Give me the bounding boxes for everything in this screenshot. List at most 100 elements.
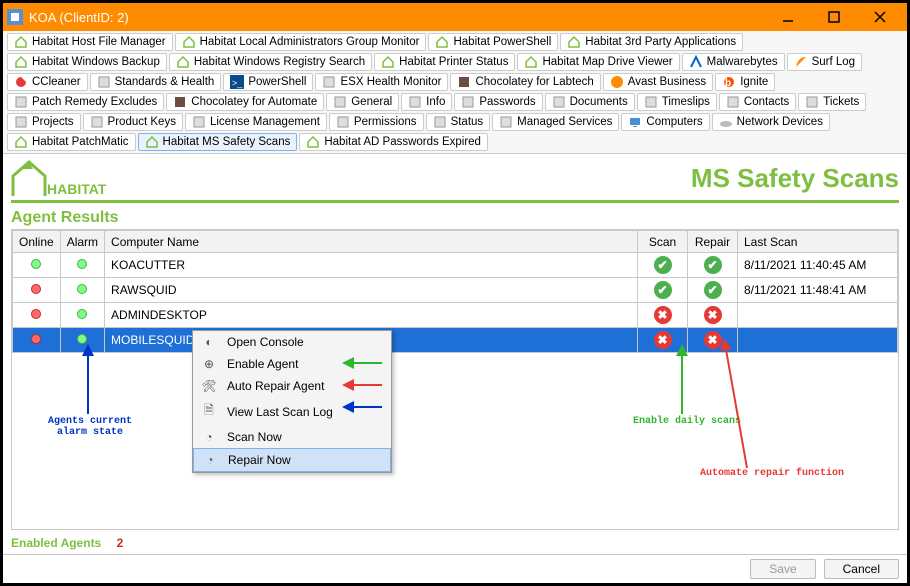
- context-menu-item[interactable]: ◔ Repair Now: [193, 448, 391, 472]
- habitat-powershell-icon: [435, 35, 449, 49]
- standards-health-icon: [97, 75, 111, 89]
- chocolatey-for-labtech-icon: [457, 75, 471, 89]
- toolbar-tab[interactable]: ESX Health Monitor: [315, 73, 448, 91]
- toolbar-tab[interactable]: Contacts: [719, 93, 796, 111]
- computer-name-cell: ADMINDESKTOP: [105, 303, 638, 328]
- toolbar-tab[interactable]: Status: [426, 113, 491, 131]
- toolbar-tab[interactable]: Habitat AD Passwords Expired: [299, 133, 488, 151]
- context-menu-label: Open Console: [227, 335, 304, 349]
- table-row[interactable]: MOBILESQUID✖✖: [13, 328, 898, 353]
- toolbar-tab[interactable]: Passwords: [454, 93, 542, 111]
- toolbar-tab[interactable]: Info: [401, 93, 452, 111]
- toolbar-tab-label: General: [351, 96, 392, 108]
- page-title: MS Safety Scans: [691, 163, 899, 194]
- managed-services-icon: [499, 115, 513, 129]
- toolbar-tab-label: Habitat MS Safety Scans: [163, 136, 291, 148]
- status-icon: [433, 115, 447, 129]
- toolbar-tab-label: Malwarebytes: [707, 56, 778, 68]
- plus-icon: ⊕: [201, 357, 217, 371]
- toolbar-tab-label: Product Keys: [108, 116, 176, 128]
- toolbar-tab[interactable]: bIgnite: [715, 73, 775, 91]
- context-menu-label: Enable Agent: [227, 357, 298, 371]
- col-last[interactable]: Last Scan: [738, 231, 898, 253]
- toolbar-tab[interactable]: General: [326, 93, 399, 111]
- context-menu-label: Repair Now: [228, 453, 291, 467]
- toolbar-tab-label: Info: [426, 96, 445, 108]
- toolbar-tab-label: Permissions: [354, 116, 417, 128]
- context-menu-item[interactable]: ◔Scan Now: [193, 426, 391, 448]
- table-row[interactable]: KOACUTTER✔✔8/11/2021 11:40:45 AM: [13, 253, 898, 278]
- col-scan[interactable]: Scan: [638, 231, 688, 253]
- alarm-dot-icon: [77, 334, 87, 344]
- toolbar-tab[interactable]: Chocolatey for Automate: [166, 93, 324, 111]
- contacts-icon: [726, 95, 740, 109]
- table-row[interactable]: ADMINDESKTOP✖✖: [13, 303, 898, 328]
- toolbar-tab-label: Chocolatey for Automate: [191, 96, 317, 108]
- toolbar-tab[interactable]: Patch Remedy Excludes: [7, 93, 164, 111]
- close-button[interactable]: [857, 3, 903, 31]
- alarm-dot-icon: [77, 309, 87, 319]
- network-devices-icon: [719, 115, 733, 129]
- toolbar-tab[interactable]: Habitat Printer Status: [374, 53, 515, 71]
- toolbar-tab[interactable]: Surf Log: [787, 53, 862, 71]
- habitat-printer-status-icon: [381, 55, 395, 69]
- results-table-wrap: Online Alarm Computer Name Scan Repair L…: [11, 229, 899, 530]
- toolbar-tab[interactable]: Network Devices: [712, 113, 830, 131]
- save-button[interactable]: Save: [750, 559, 815, 579]
- toolbar-tab-label: Projects: [32, 116, 74, 128]
- toolbar-tab[interactable]: Managed Services: [492, 113, 619, 131]
- col-repair[interactable]: Repair: [688, 231, 738, 253]
- toolbar-tab[interactable]: Computers: [621, 113, 709, 131]
- computer-name-cell: KOACUTTER: [105, 253, 638, 278]
- col-online[interactable]: Online: [13, 231, 61, 253]
- last-scan-cell: [738, 328, 898, 353]
- toolbar-tab[interactable]: Habitat Windows Backup: [7, 53, 167, 71]
- clock-icon: ◔: [202, 453, 218, 467]
- toolbar-tab[interactable]: Habitat Local Administrators Group Monit…: [175, 33, 427, 51]
- toolbar-tab[interactable]: Avast Business: [603, 73, 713, 91]
- toolbar-tab[interactable]: Timeslips: [637, 93, 717, 111]
- toolbar-tab[interactable]: Standards & Health: [90, 73, 222, 91]
- section-title: Agent Results: [11, 209, 899, 227]
- toolbar-tab-label: PowerShell: [248, 76, 306, 88]
- toolbar-tab[interactable]: Projects: [7, 113, 81, 131]
- col-computer[interactable]: Computer Name: [105, 231, 638, 253]
- toolbar-tab-label: Chocolatey for Labtech: [475, 76, 593, 88]
- toolbar-tab[interactable]: Habitat MS Safety Scans: [138, 133, 298, 151]
- toolbar-tab-label: Habitat Windows Backup: [32, 56, 160, 68]
- context-menu-item[interactable]: ◐Open Console: [193, 331, 391, 353]
- maximize-button[interactable]: [811, 3, 857, 31]
- tickets-icon: [805, 95, 819, 109]
- minimize-button[interactable]: [765, 3, 811, 31]
- toolbar-tab-label: Habitat Windows Registry Search: [194, 56, 365, 68]
- cancel-button[interactable]: Cancel: [824, 559, 899, 579]
- toolbar-tab[interactable]: Malwarebytes: [682, 53, 785, 71]
- toolbar-tab[interactable]: Habitat Windows Registry Search: [169, 53, 372, 71]
- footer-bar: Save Cancel: [3, 554, 907, 583]
- toolbar-tab[interactable]: Permissions: [329, 113, 424, 131]
- toolbar-tab[interactable]: Habitat Map Drive Viewer: [517, 53, 679, 71]
- toolbar-tab[interactable]: License Management: [185, 113, 327, 131]
- toolbar-tab-label: Habitat Map Drive Viewer: [542, 56, 672, 68]
- svg-text:>_: >_: [232, 78, 243, 88]
- avast-business-icon: [610, 75, 624, 89]
- col-alarm[interactable]: Alarm: [60, 231, 104, 253]
- toolbar-tab[interactable]: CCleaner: [7, 73, 88, 91]
- toolbar-tab[interactable]: Product Keys: [83, 113, 183, 131]
- table-row[interactable]: RAWSQUID✔✔8/11/2021 11:48:41 AM: [13, 278, 898, 303]
- toolbar-tab[interactable]: Habitat Host File Manager: [7, 33, 173, 51]
- alarm-dot-icon: [77, 259, 87, 269]
- enabled-agents-count: 2: [117, 536, 124, 550]
- toolbar-tab[interactable]: Habitat 3rd Party Applications: [560, 33, 743, 51]
- toolbar-tab[interactable]: Tickets: [798, 93, 866, 111]
- toolbar-tab[interactable]: Documents: [545, 93, 635, 111]
- toolbar-tab-label: Surf Log: [812, 56, 855, 68]
- toolbar: Habitat Host File ManagerHabitat Local A…: [3, 31, 907, 154]
- toolbar-tab[interactable]: Habitat PatchMatic: [7, 133, 136, 151]
- toolbar-tab[interactable]: Chocolatey for Labtech: [450, 73, 600, 91]
- toolbar-tab[interactable]: Habitat PowerShell: [428, 33, 558, 51]
- powershell-icon: >_: [230, 75, 244, 89]
- toolbar-tab-label: Contacts: [744, 96, 789, 108]
- chocolatey-for-automate-icon: [173, 95, 187, 109]
- toolbar-tab[interactable]: >_ PowerShell: [223, 73, 313, 91]
